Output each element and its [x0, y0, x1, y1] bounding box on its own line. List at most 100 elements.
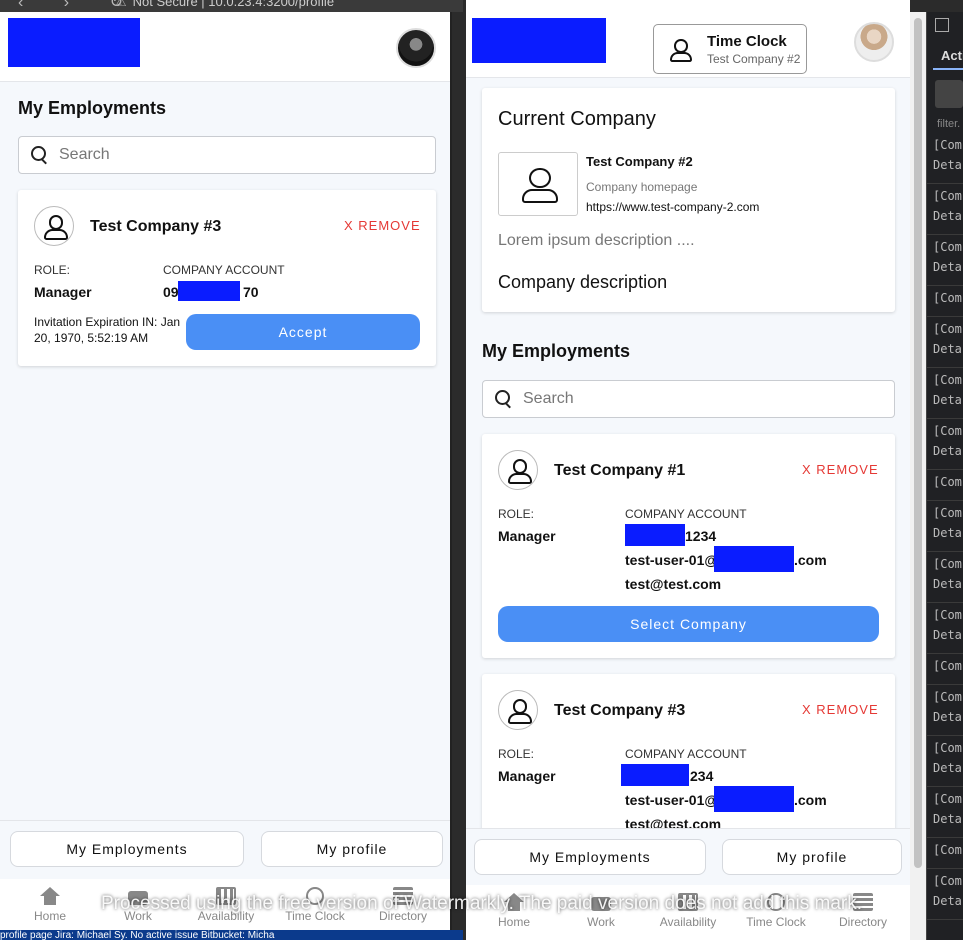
- devtools-row[interactable]: Deta: [933, 710, 962, 724]
- search-box[interactable]: [482, 380, 895, 418]
- section-title: My Employments: [482, 341, 631, 361]
- devtools-row[interactable]: [Com: [933, 189, 962, 203]
- redacted-email-domain: [714, 546, 794, 572]
- tab-home[interactable]: Home: [10, 887, 90, 923]
- employment-card: Test Company #3 X REMOVE ROLE: COMPANY A…: [18, 190, 436, 366]
- devtools-row-separator: [927, 234, 963, 235]
- tab-work[interactable]: Work: [561, 893, 641, 929]
- devtools-row-separator: [927, 469, 963, 470]
- devtools-row[interactable]: [Com: [933, 475, 962, 489]
- time-clock-button[interactable]: Time Clock Test Company #2: [653, 24, 807, 74]
- my-profile-button[interactable]: My profile: [722, 839, 902, 875]
- pin-icon[interactable]: [935, 80, 963, 108]
- home-icon: [40, 887, 60, 905]
- directory-icon: [853, 893, 873, 911]
- remove-button[interactable]: X REMOVE: [344, 218, 421, 233]
- devtools-row-separator: [927, 919, 963, 920]
- company-name: Test Company #1: [554, 462, 686, 479]
- company-person-icon: [34, 206, 74, 246]
- devtools-row[interactable]: [Com: [933, 424, 962, 438]
- devtools-row[interactable]: [Com: [933, 322, 962, 336]
- role-label: ROLE:: [34, 263, 71, 277]
- devtools-row[interactable]: Deta: [933, 761, 962, 775]
- logo-redacted[interactable]: [472, 18, 606, 63]
- user-avatar[interactable]: [396, 28, 436, 68]
- devtools-row[interactable]: Deta: [933, 158, 962, 172]
- account-value: 234: [690, 768, 714, 784]
- tab-directory[interactable]: Directory: [363, 887, 443, 923]
- search-input[interactable]: [523, 390, 823, 408]
- devtools-row-separator: [927, 684, 963, 685]
- devtools-row[interactable]: [Com: [933, 659, 962, 673]
- devtools-row[interactable]: Deta: [933, 260, 962, 274]
- tab-time-clock[interactable]: Time Clock: [275, 887, 355, 923]
- devtools-row[interactable]: [Com: [933, 373, 962, 387]
- inspect-icon[interactable]: [935, 18, 949, 32]
- devtools-row[interactable]: [Com: [933, 843, 962, 857]
- devtools-row-separator: [927, 500, 963, 501]
- current-company-name: Test Company #2: [586, 154, 693, 169]
- clock-icon: [767, 893, 785, 911]
- role-value: Manager: [34, 284, 92, 300]
- devtools-row[interactable]: [Com: [933, 874, 962, 888]
- devtools-row[interactable]: Deta: [933, 342, 962, 356]
- role-label: ROLE:: [498, 747, 535, 761]
- devtools-row[interactable]: [Com: [933, 690, 962, 704]
- briefcase-icon: [591, 897, 611, 911]
- tab-time-clock[interactable]: Time Clock: [736, 893, 816, 929]
- devtools-row[interactable]: Deta: [933, 894, 962, 908]
- company-logo: [498, 152, 578, 216]
- devtools-row-separator: [927, 602, 963, 603]
- tab-directory[interactable]: Directory: [823, 893, 903, 929]
- lock-icon: ⚠: [115, 0, 127, 9]
- devtools-row[interactable]: [Com: [933, 741, 962, 755]
- devtools-filter[interactable]: filter.: [937, 118, 960, 130]
- devtools-row[interactable]: [Com: [933, 792, 962, 806]
- user-avatar[interactable]: [854, 22, 894, 62]
- devtools-tab[interactable]: Acti: [941, 48, 963, 63]
- devtools-row[interactable]: [Com: [933, 138, 962, 152]
- address-bar[interactable]: ⚠ Not Secure | 10.0.23.4:3200/profile: [115, 0, 334, 10]
- search-icon: [31, 146, 49, 164]
- devtools-row[interactable]: [Com: [933, 557, 962, 571]
- devtools-row[interactable]: Deta: [933, 628, 962, 642]
- devtools-row[interactable]: [Com: [933, 506, 962, 520]
- devtools-row[interactable]: Deta: [933, 526, 962, 540]
- devtools-row[interactable]: Deta: [933, 393, 962, 407]
- company-account-label: COMPANY ACCOUNT: [163, 263, 285, 277]
- my-profile-button[interactable]: My profile: [261, 831, 443, 867]
- company-lorem: Lorem ipsum description ....: [498, 232, 695, 249]
- redacted-account: [625, 524, 685, 546]
- remove-button[interactable]: X REMOVE: [802, 462, 879, 477]
- remove-button[interactable]: X REMOVE: [802, 702, 879, 717]
- my-employments-button[interactable]: My Employments: [10, 831, 244, 867]
- tab-work[interactable]: Work: [98, 887, 178, 923]
- company-homepage-link[interactable]: https://www.test-company-2.com: [586, 200, 759, 214]
- account-email-suffix: .com: [794, 792, 827, 808]
- scrollbar-thumb[interactable]: [914, 18, 922, 868]
- company-name: Test Company #3: [554, 702, 686, 719]
- logo-redacted[interactable]: [8, 18, 140, 67]
- search-box[interactable]: [18, 136, 436, 174]
- select-company-button[interactable]: Select Company: [498, 606, 879, 642]
- devtools-row[interactable]: [Com: [933, 291, 962, 305]
- search-input[interactable]: [59, 146, 359, 164]
- devtools-row[interactable]: [Com: [933, 240, 962, 254]
- tab-home[interactable]: Home: [474, 893, 554, 929]
- bottom-bar: My Employments My profile Home Work Avai…: [466, 828, 910, 940]
- devtools-row[interactable]: Deta: [933, 444, 962, 458]
- my-employments-button[interactable]: My Employments: [474, 839, 706, 875]
- role-value: Manager: [498, 528, 556, 544]
- scrollbar[interactable]: [910, 12, 926, 940]
- accept-button[interactable]: Accept: [186, 314, 420, 350]
- tab-availability[interactable]: Availability: [186, 887, 266, 923]
- tab-bar: Home Work Availability Time Clock Direct…: [466, 885, 910, 940]
- devtools-row-separator: [927, 653, 963, 654]
- devtools-row[interactable]: [Com: [933, 608, 962, 622]
- devtools-row[interactable]: Deta: [933, 577, 962, 591]
- tab-availability[interactable]: Availability: [648, 893, 728, 929]
- company-account-label: COMPANY ACCOUNT: [625, 747, 747, 761]
- company-name: Test Company #3: [90, 218, 222, 235]
- devtools-row[interactable]: Deta: [933, 812, 962, 826]
- devtools-row[interactable]: Deta: [933, 209, 962, 223]
